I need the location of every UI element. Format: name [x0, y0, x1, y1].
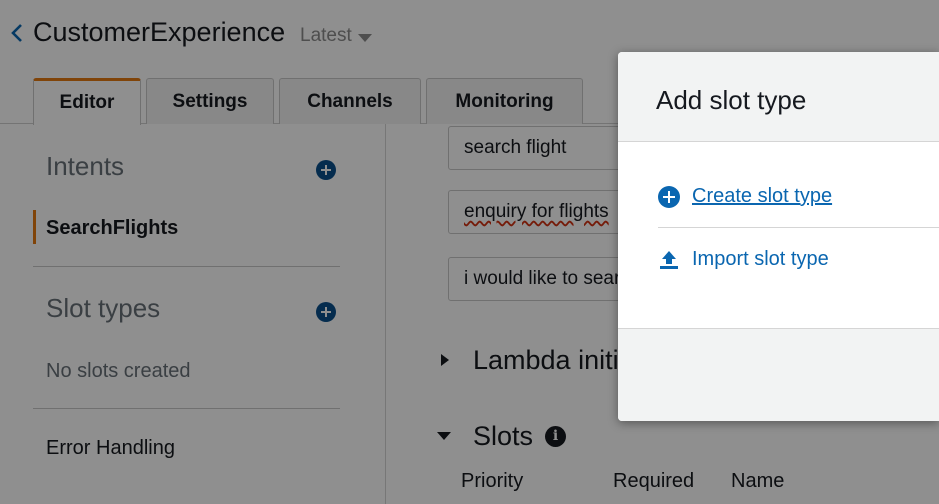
plus-circle-icon	[658, 185, 680, 208]
import-slot-type-link[interactable]: Import slot type	[658, 248, 829, 271]
upload-icon	[660, 250, 678, 269]
modal-divider	[658, 227, 939, 228]
create-slot-type-label: Create slot type	[692, 185, 833, 207]
import-slot-type-label: Import slot type	[692, 248, 829, 270]
modal-footer	[618, 328, 939, 421]
create-slot-type-link[interactable]: Create slot type	[658, 185, 832, 208]
modal-title: Add slot type	[618, 52, 939, 142]
add-slot-type-modal: Add slot type Create slot type Import sl…	[618, 52, 939, 421]
